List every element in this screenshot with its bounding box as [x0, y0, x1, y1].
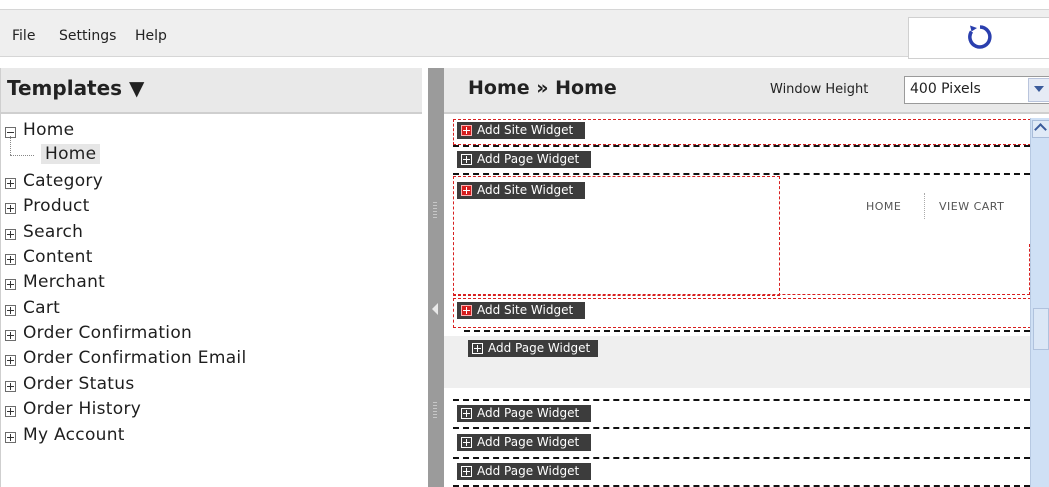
page-zone-divider: [453, 399, 1030, 401]
menu-bar: File Settings Help: [0, 9, 1049, 57]
loading-indicator: [908, 17, 1049, 59]
add-icon: [461, 466, 472, 477]
window-height-label: Window Height: [770, 82, 869, 97]
breadcrumb: Home » Home: [468, 77, 617, 99]
add-page-widget-button[interactable]: Add Page Widget: [468, 340, 599, 357]
menu-settings[interactable]: Settings: [59, 28, 116, 44]
expand-icon[interactable]: [5, 330, 16, 341]
add-page-widget-button[interactable]: Add Page Widget: [457, 463, 592, 480]
expand-icon[interactable]: [5, 432, 16, 443]
chevron-down-icon[interactable]: [1028, 78, 1049, 102]
editor-header: Home » Home Window Height 400 Pixels: [444, 68, 1049, 114]
tree-label: Cart: [23, 298, 61, 318]
add-icon: [461, 408, 472, 419]
tree-label: Category: [23, 171, 104, 191]
tree-label: Order Confirmation: [23, 323, 193, 343]
tree-label: Search: [23, 222, 84, 242]
window-height-value: 400 Pixels: [910, 81, 981, 97]
tree-label: Order Status: [23, 374, 135, 394]
templates-panel: Templates ▼ Home Home Category Product S…: [0, 68, 422, 487]
add-icon: [461, 154, 472, 165]
layout-canvas: Add Site Widget Add Page Widget Add Site…: [444, 116, 1049, 487]
add-site-widget-button[interactable]: Add Site Widget: [457, 182, 586, 199]
tree-label: Order History: [23, 399, 142, 419]
tree-label: Content: [23, 247, 93, 267]
tree-label: Home: [23, 120, 75, 140]
expand-icon[interactable]: [5, 229, 16, 240]
site-zone: [453, 244, 1030, 295]
nav-view-cart-link[interactable]: VIEW CART: [939, 200, 1004, 213]
add-site-widget-button[interactable]: Add Site Widget: [457, 302, 586, 319]
tree-connector: [10, 136, 11, 155]
add-icon: [461, 437, 472, 448]
expand-icon[interactable]: [5, 305, 16, 316]
grip-icon: [433, 402, 437, 418]
expand-icon[interactable]: [5, 254, 16, 265]
tree-label: Order Confirmation Email: [23, 348, 247, 368]
scroll-up-icon[interactable]: [1032, 120, 1049, 138]
refresh-spinner-icon: [968, 25, 992, 49]
window-height-select[interactable]: 400 Pixels: [904, 76, 1049, 104]
add-page-widget-button[interactable]: Add Page Widget: [457, 405, 592, 422]
add-page-widget-button[interactable]: Add Page Widget: [457, 434, 592, 451]
expand-icon[interactable]: [5, 406, 16, 417]
templates-header: Templates ▼: [1, 68, 422, 114]
editor-panel: Home » Home Window Height 400 Pixels Add…: [444, 68, 1049, 487]
page-zone-divider: [453, 457, 1030, 459]
add-icon: [461, 305, 472, 316]
page-zone-divider: [464, 330, 1030, 332]
expand-icon[interactable]: [5, 203, 16, 214]
tree-label: Merchant: [23, 272, 106, 292]
tree-label: Product: [23, 196, 90, 216]
tree-connector: [10, 155, 34, 156]
expand-icon[interactable]: [5, 381, 16, 392]
nav-divider: [924, 193, 925, 219]
menu-help[interactable]: Help: [135, 28, 167, 44]
panel-splitter[interactable]: [428, 68, 444, 487]
scroll-thumb[interactable]: [1033, 308, 1049, 350]
expand-icon[interactable]: [5, 355, 16, 366]
tree-label: My Account: [23, 425, 125, 445]
add-icon: [472, 343, 483, 354]
menu-file[interactable]: File: [12, 28, 35, 44]
add-page-widget-button[interactable]: Add Page Widget: [457, 151, 592, 168]
collapse-left-icon[interactable]: [432, 303, 438, 315]
add-icon: [461, 125, 472, 136]
add-site-widget-button[interactable]: Add Site Widget: [457, 122, 586, 139]
add-icon: [461, 185, 472, 196]
templates-title[interactable]: Templates ▼: [7, 76, 144, 100]
expand-icon[interactable]: [5, 279, 16, 290]
page-zone-divider: [453, 145, 1030, 147]
grip-icon: [433, 202, 437, 218]
tree-label: Home: [41, 144, 101, 164]
nav-home-link[interactable]: HOME: [866, 200, 901, 213]
expand-icon[interactable]: [5, 178, 16, 189]
page-zone-divider: [453, 173, 1030, 175]
page-zone-divider: [453, 427, 1030, 429]
vertical-scrollbar[interactable]: [1030, 118, 1049, 487]
